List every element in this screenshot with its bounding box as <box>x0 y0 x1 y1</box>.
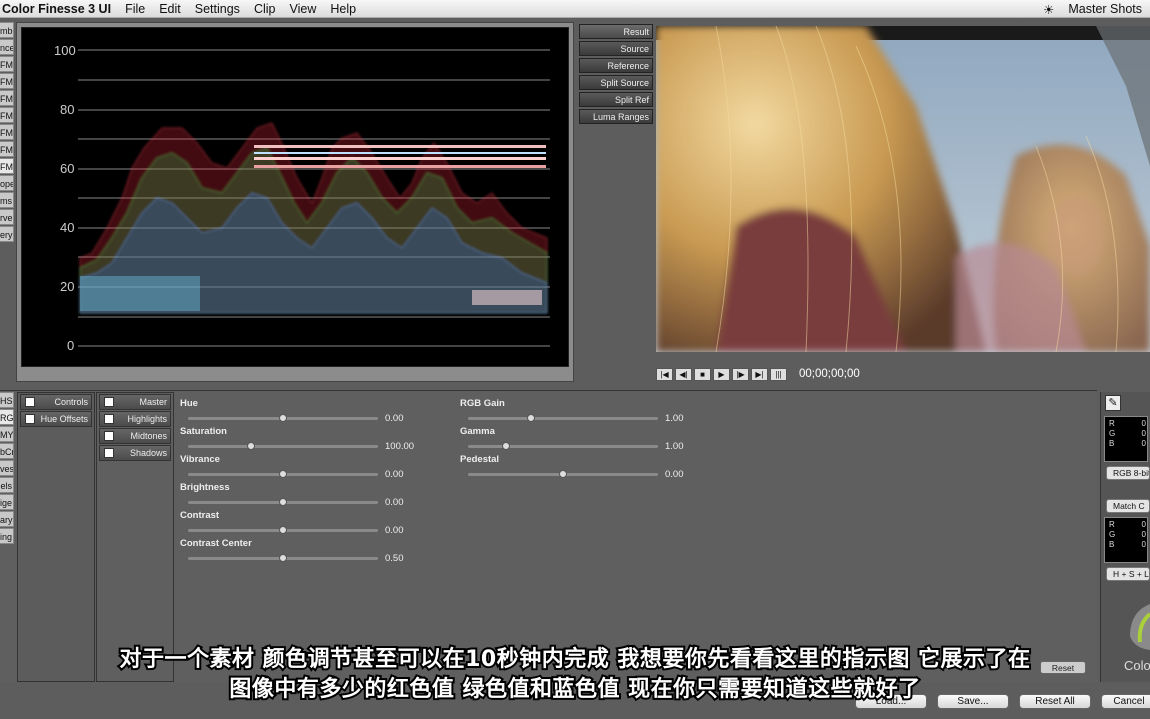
checkbox[interactable] <box>104 431 114 441</box>
loop-icon[interactable]: ||| <box>770 367 787 381</box>
controls-toggle[interactable]: Controls <box>20 394 92 410</box>
tab-source[interactable]: Source <box>579 41 653 56</box>
menu-clip[interactable]: Clip <box>254 2 276 16</box>
analysis-tab[interactable]: rve <box>0 209 14 225</box>
tab-reference[interactable]: Reference <box>579 58 653 73</box>
range-shadows[interactable]: Shadows <box>99 445 171 461</box>
analysis-tab[interactable]: FM <box>0 158 14 174</box>
sample-readout: R0 G0 B0 <box>1104 416 1148 462</box>
workspace-menu[interactable]: Master Shots <box>1068 2 1142 17</box>
transport-controls: |◀ ◀| ■ ▶ |▶ ▶| ||| 00;00;00;00 <box>656 366 1150 382</box>
analysis-tab[interactable]: FM <box>0 124 14 140</box>
controls-list: Controls Hue Offsets <box>17 392 95 682</box>
video-frame <box>656 26 1150 352</box>
tick-label: 20 <box>60 279 74 294</box>
analysis-tab[interactable]: mbo <box>0 22 14 38</box>
checkbox[interactable] <box>104 448 114 458</box>
waveform-display: 100 80 60 40 20 0 <box>21 27 569 367</box>
range-highlights[interactable]: Highlights <box>99 411 171 427</box>
analysis-tab[interactable]: FM <box>0 141 14 157</box>
tick-label: 60 <box>60 161 74 176</box>
first-frame-icon[interactable]: |◀ <box>656 367 673 381</box>
analysis-tab[interactable]: FM <box>0 56 14 72</box>
range-midtones[interactable]: Midtones <box>99 428 171 444</box>
menu-settings[interactable]: Settings <box>195 2 240 16</box>
step-back-icon[interactable]: ◀| <box>675 367 692 381</box>
waveform-graph: 100 80 60 40 20 0 <box>54 43 550 353</box>
analysis-tabs: mbo nce FM FM FM FM FM FM FM ope ms rve … <box>0 22 14 243</box>
menu-help[interactable]: Help <box>330 2 356 16</box>
tick-label: 40 <box>60 220 74 235</box>
correction-tab[interactable]: MY <box>0 426 14 442</box>
subtitle-line-2: 图像中有多少的红色值 绿色值和蓝色值 现在你只需要知道这些就好了 <box>227 675 922 704</box>
sun-icon[interactable]: ☀ <box>1043 2 1054 17</box>
step-forward-icon[interactable]: |▶ <box>732 367 749 381</box>
subtitle-line-1: 对于一个素材 颜色调节甚至可以在10秒钟内完成 我想要你先看看这里的指示图 它展… <box>117 645 1032 674</box>
last-frame-icon[interactable]: ▶| <box>751 367 768 381</box>
tick-label: 0 <box>67 338 74 353</box>
checkbox[interactable] <box>25 414 35 424</box>
correction-tab[interactable]: ing <box>0 528 14 544</box>
menu-bar: Color Finesse 3 UI File Edit Settings Cl… <box>0 0 1150 18</box>
analysis-tab[interactable]: ery <box>0 226 14 242</box>
correction-tab[interactable]: bCr <box>0 443 14 459</box>
checkbox[interactable] <box>25 397 35 407</box>
image-viewer[interactable] <box>656 26 1150 352</box>
correction-tab[interactable]: ary <box>0 511 14 527</box>
tonal-range-list: Master Highlights Midtones Shadows <box>96 392 174 682</box>
analysis-tab[interactable]: FM <box>0 90 14 106</box>
hsl-mode-dropdown[interactable]: H + S + L <box>1106 567 1150 581</box>
menu-edit[interactable]: Edit <box>159 2 181 16</box>
menu-file[interactable]: File <box>125 2 145 16</box>
analysis-tab[interactable]: FM <box>0 107 14 123</box>
tab-luma-ranges[interactable]: Luma Ranges <box>579 109 653 124</box>
checkbox[interactable] <box>104 397 114 407</box>
tab-result[interactable]: Result <box>579 24 653 39</box>
correction-tab[interactable]: RGB <box>0 409 14 425</box>
analysis-tab[interactable]: nce <box>0 39 14 55</box>
tab-split-source[interactable]: Split Source <box>579 75 653 90</box>
play-icon[interactable]: ▶ <box>713 367 730 381</box>
analysis-tab[interactable]: ope <box>0 175 14 191</box>
timecode: 00;00;00;00 <box>799 368 860 380</box>
tick-label: 80 <box>60 102 74 117</box>
range-master[interactable]: Master <box>99 394 171 410</box>
app-title: Color Finesse 3 UI <box>2 1 112 16</box>
tab-split-ref[interactable]: Split Ref <box>579 92 653 107</box>
waveform-scope-panel: 100 80 60 40 20 0 <box>16 22 574 382</box>
correction-tab[interactable]: HSL <box>0 392 14 408</box>
hue-offsets-toggle[interactable]: Hue Offsets <box>20 411 92 427</box>
correction-tab[interactable]: ves <box>0 460 14 476</box>
view-tabs: Result Source Reference Split Source Spl… <box>579 24 653 126</box>
analysis-tab[interactable]: ms <box>0 192 14 208</box>
stop-icon[interactable]: ■ <box>694 367 711 381</box>
correction-tabs: HSL RGB MY bCr ves els ige ary ing <box>0 392 14 545</box>
match-color-button[interactable]: Match C <box>1106 499 1150 513</box>
checkbox[interactable] <box>104 414 114 424</box>
correction-tab[interactable]: ige <box>0 494 14 510</box>
analysis-tab[interactable]: FM <box>0 73 14 89</box>
menu-view[interactable]: View <box>289 2 316 16</box>
color-mode-dropdown[interactable]: RGB 8-bit <box>1106 466 1150 480</box>
tick-label: 100 <box>54 43 76 58</box>
correction-tab[interactable]: els <box>0 477 14 493</box>
eyedropper-icon[interactable]: ✎ <box>1105 395 1121 411</box>
match-readout: R0 G0 B0 <box>1104 517 1148 563</box>
